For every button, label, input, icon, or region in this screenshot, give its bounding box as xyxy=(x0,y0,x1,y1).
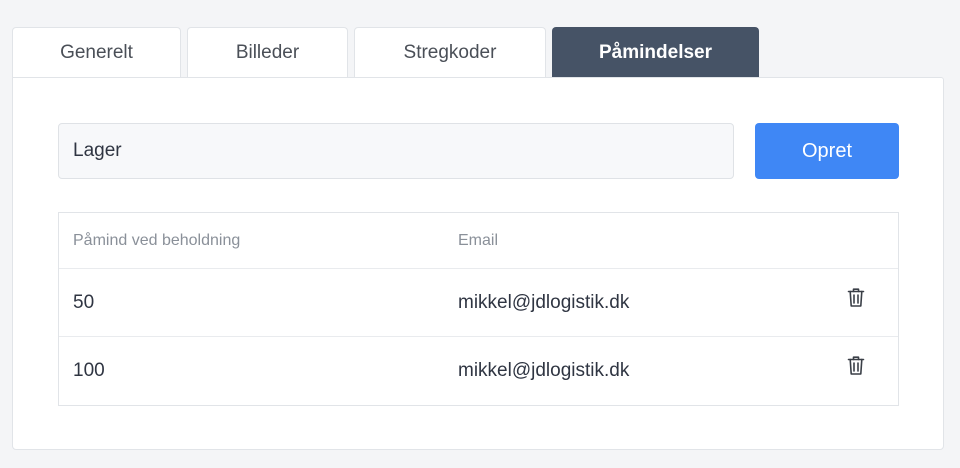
email-cell: mikkel@jdlogistik.dk xyxy=(458,291,630,313)
column-header-threshold: Påmind ved beholdning xyxy=(73,231,241,249)
tab-bar: Generelt Billeder Stregkoder Påmindelser xyxy=(12,26,765,78)
tab-images[interactable]: Billeder xyxy=(187,27,348,78)
create-button[interactable]: Opret xyxy=(755,123,899,179)
reminders-table: Påmind ved beholdning Email 50 mikkel@jd… xyxy=(58,212,899,406)
tab-barcodes[interactable]: Stregkoder xyxy=(354,27,546,78)
table-header-row: Påmind ved beholdning Email xyxy=(59,213,898,269)
tab-general[interactable]: Generelt xyxy=(12,27,181,78)
warehouse-field[interactable] xyxy=(58,123,734,179)
trash-icon[interactable] xyxy=(845,285,867,309)
email-cell: mikkel@jdlogistik.dk xyxy=(458,360,630,381)
threshold-cell: 50 xyxy=(73,291,95,313)
reminders-panel: Opret Påmind ved beholdning Email 50 mik… xyxy=(12,77,944,450)
table-row: 50 mikkel@jdlogistik.dk xyxy=(59,269,898,337)
trash-icon[interactable] xyxy=(845,353,867,377)
column-header-email: Email xyxy=(458,231,499,249)
threshold-cell: 100 xyxy=(73,360,105,381)
tab-reminders[interactable]: Påmindelser xyxy=(552,27,759,78)
table-row: 100 mikkel@jdlogistik.dk xyxy=(59,337,898,405)
